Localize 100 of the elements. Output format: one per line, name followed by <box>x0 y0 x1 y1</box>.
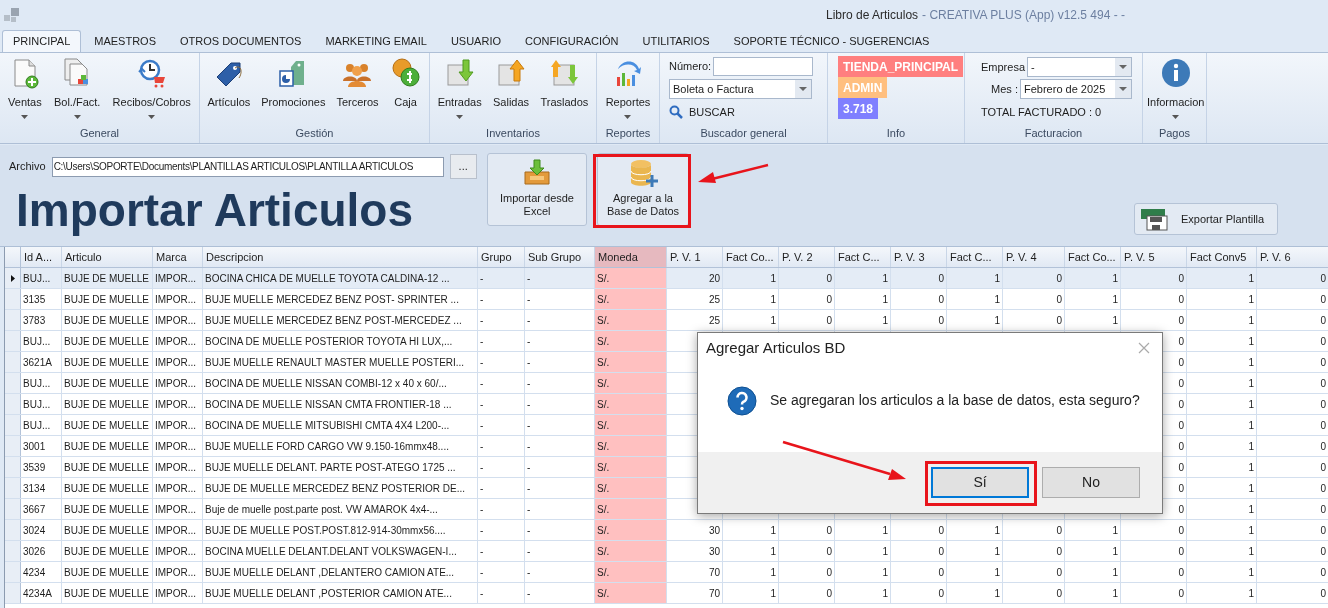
group-label: Info <box>885 126 907 141</box>
group-label: Reportes <box>604 126 652 141</box>
table-cell: 1 <box>835 562 891 582</box>
table-row[interactable]: BUJ... BUJE DE MUELLE IMPOR... BOCINA CHICA DE MUELLE TOYOTA CALDINA-12 ... - - S/. 20 1 0 1 0 1 0 1 0 1 0 <box>5 268 1328 289</box>
column-header[interactable]: P. V. 5 <box>1121 247 1187 267</box>
ribbon-button[interactable]: Recibos/Cobros <box>110 57 193 119</box>
ribbon-button[interactable]: Traslados <box>538 57 591 111</box>
table-cell: 1 <box>1065 289 1121 309</box>
table-cell: S/. <box>595 520 667 540</box>
table-cell: 0 <box>779 562 835 582</box>
table-row[interactable]: 3024 BUJE DE MUELLE IMPOR... BUJE DE MUELLE POST.POST.812-914-30mmx56.... - - S/. 30 1 0 1 0 1 0 1 0 1 0 <box>5 520 1328 541</box>
column-header[interactable]: P. V. 6 <box>1257 247 1328 267</box>
column-header[interactable]: Fact Conv5 <box>1187 247 1257 267</box>
table-cell: - <box>478 436 525 456</box>
company-dropdown[interactable]: - <box>1027 57 1132 77</box>
ribbon-tab[interactable]: UTILITARIOS <box>631 30 721 52</box>
table-cell: BUJE MUELLE DELANT ,DELANTERO CAMION ATE... <box>203 562 478 582</box>
table-cell: 0 <box>1257 520 1328 540</box>
table-cell: 0 <box>1121 562 1187 582</box>
column-header[interactable]: Fact C... <box>947 247 1003 267</box>
table-cell: 3135 <box>21 289 62 309</box>
table-row[interactable]: 4234A BUJE DE MUELLE IMPOR... BUJE MUELLE DELANT ,POSTERIOR CAMION ATE... - - S/. 70 1 0 1 0 1 0 1 0 1 0 <box>5 583 1328 604</box>
table-cell: S/. <box>595 310 667 330</box>
month-dropdown[interactable]: Febrero de 2025 <box>1020 79 1132 99</box>
table-cell: 1 <box>723 520 779 540</box>
table-cell: 0 <box>1257 352 1328 372</box>
column-header[interactable]: P. V. 1 <box>667 247 723 267</box>
ribbon-tab[interactable]: USUARIO <box>439 30 512 52</box>
ribbon-button[interactable]: Entradas <box>435 57 484 119</box>
number-field[interactable] <box>713 57 814 76</box>
table-cell: - <box>478 520 525 540</box>
column-header[interactable]: Id A... <box>21 247 62 267</box>
table-row[interactable]: 4234 BUJE DE MUELLE IMPOR... BUJE MUELLE DELANT ,DELANTERO CAMION ATE... - - S/. 70 1 0 1 0 1 0 1 0 1 0 <box>5 562 1328 583</box>
ribbon-button[interactable]: Informacion <box>1145 57 1207 119</box>
row-header[interactable] <box>5 268 21 288</box>
ribbon-button[interactable]: Salidas <box>491 57 532 111</box>
table-row[interactable]: 3135 BUJE DE MUELLE IMPOR... BUJE MUELLE MERCEDEZ BENZ POST- SPRINTER ... - - S/. 25 1 0 1 0 1 0 1 0 1 0 <box>5 289 1328 310</box>
table-cell: 0 <box>1257 373 1328 393</box>
ribbon-button[interactable]: Bol./Fact. <box>51 57 103 119</box>
table-row[interactable]: 3026 BUJE DE MUELLE IMPOR... BOCINA MUELLE DELANT.DELANT VOLKSWAGEN-I... - - S/. 30 1 0 1 0 1 0 1 0 1 0 <box>5 541 1328 562</box>
table-cell: 1 <box>1065 310 1121 330</box>
table-cell: 1 <box>1187 478 1257 498</box>
column-header[interactable]: Fact C... <box>835 247 891 267</box>
info-badge: TIENDA_PRINCIPAL <box>838 56 964 77</box>
browse-button[interactable]: ... <box>449 154 477 179</box>
toolbar-button[interactable]: Importar desde Excel <box>487 153 587 226</box>
column-header[interactable]: Grupo <box>478 247 525 267</box>
dialog-button[interactable]: Sí <box>931 467 1029 498</box>
box-arrow-up-icon <box>495 57 528 89</box>
export-template-button[interactable]: Exportar Plantilla <box>1134 203 1278 235</box>
field-label: Empresa <box>981 59 1026 75</box>
column-header[interactable]: P. V. 4 <box>1003 247 1065 267</box>
table-cell: 1 <box>1065 520 1121 540</box>
window-subtitle: - CREATIVA PLUS (App) v12.5 494 - - <box>922 7 1126 24</box>
ribbon-tab[interactable]: SOPORTE TÉCNICO - SUGERENCIAS <box>722 30 941 52</box>
column-header[interactable]: Fact Co... <box>723 247 779 267</box>
table-cell: 0 <box>779 289 835 309</box>
ribbon-tab[interactable]: PRINCIPAL <box>2 30 82 52</box>
table-cell: BUJ... <box>21 331 62 351</box>
total-billed-text: TOTAL FACTURADO : 0 <box>981 105 1103 120</box>
table-cell: 1 <box>835 541 891 561</box>
file-path-field[interactable]: C:\Users\SOPORTE\Documents\PLANTILLAS ARTICULOS\PLANTILLA ARTICULOS <box>51 156 444 177</box>
ribbon-button[interactable]: Caja <box>387 57 424 111</box>
ribbon-button[interactable]: Ventas <box>6 57 44 119</box>
column-header[interactable]: P. V. 2 <box>779 247 835 267</box>
ribbon-tab[interactable]: CONFIGURACIÓN <box>514 30 630 52</box>
dropdown-caret-icon <box>1115 58 1131 76</box>
table-cell: BUJ... <box>21 394 62 414</box>
table-cell: BUJE DE MUELLE <box>62 541 153 561</box>
dialog-button[interactable]: No <box>1042 467 1140 498</box>
table-cell: 0 <box>891 541 947 561</box>
table-cell: BUJ... <box>21 373 62 393</box>
column-header[interactable]: Descripcion <box>203 247 478 267</box>
ribbon-button[interactable]: Promociones <box>259 57 328 111</box>
table-cell: 1 <box>947 583 1003 603</box>
ribbon-tab[interactable]: MARKETING EMAIL <box>314 30 438 52</box>
table-row[interactable]: 3783 BUJE DE MUELLE IMPOR... BUJE MUELLE MERCEDEZ BENZ POST-MERCEDEZ ... - - S/. 25 1 0 1 0 1 0 1 0 1 0 <box>5 310 1328 331</box>
search-button[interactable]: BUSCAR <box>669 104 818 121</box>
ribbon-button[interactable]: Terceros <box>334 57 381 111</box>
info-badge: 3.718 <box>838 98 879 119</box>
column-header[interactable]: Marca <box>153 247 203 267</box>
table-cell: 0 <box>1003 562 1065 582</box>
column-header[interactable]: P. V. 3 <box>891 247 947 267</box>
table-cell: S/. <box>595 478 667 498</box>
table-cell: 1 <box>723 289 779 309</box>
column-header[interactable]: Fact Co... <box>1065 247 1121 267</box>
close-button[interactable] <box>1138 341 1152 355</box>
ribbon-tab[interactable]: OTROS DOCUMENTOS <box>169 30 313 52</box>
table-cell: 1 <box>1065 268 1121 288</box>
column-header[interactable]: Moneda <box>595 247 667 267</box>
table-cell: S/. <box>595 289 667 309</box>
table-cell: 0 <box>1257 289 1328 309</box>
toolbar-button[interactable]: Agregar a la Base de Datos <box>597 153 689 226</box>
ribbon-button[interactable]: Reportes <box>603 57 653 119</box>
column-header[interactable]: Articulo <box>62 247 153 267</box>
document-type-dropdown[interactable]: Boleta o Factura <box>669 79 812 99</box>
table-cell: BUJE DE MUELLE <box>62 499 153 519</box>
table-cell: IMPOR... <box>153 499 203 519</box>
ribbon-button[interactable]: Artículos <box>205 57 253 111</box>
ribbon-tab[interactable]: MAESTROS <box>83 30 167 52</box>
